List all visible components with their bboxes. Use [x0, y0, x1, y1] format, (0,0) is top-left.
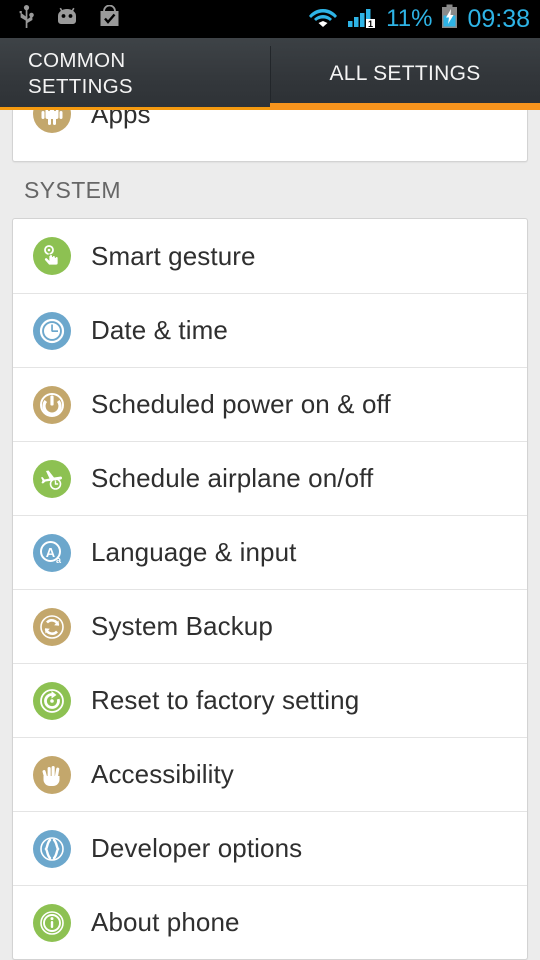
scrollbar[interactable]: [533, 110, 537, 960]
list-item-smart-gesture[interactable]: Smart gesture: [13, 219, 527, 293]
usb-icon: [18, 4, 35, 34]
list-item-label: Date & time: [91, 315, 228, 345]
tab-common-settings-label: COMMON SETTINGS: [28, 49, 133, 98]
list-item-label: Accessibility: [91, 759, 234, 789]
list-item-label: Developer options: [91, 833, 303, 863]
list-item-label: Scheduled power on & off: [91, 389, 391, 419]
list-item-date-time[interactable]: Date & time: [13, 293, 527, 367]
list-item-system-backup[interactable]: System Backup: [13, 589, 527, 663]
tab-underline-active: [270, 103, 540, 110]
list-item-reset-factory[interactable]: Reset to factory setting: [13, 663, 527, 737]
letter-a-icon: A a: [33, 533, 71, 572]
apps-card: Apps: [12, 110, 528, 162]
tab-bar: COMMON SETTINGS ALL SETTINGS: [0, 38, 540, 110]
settings-scroll-area[interactable]: Apps SYSTEM Smart gesture Date & time Sc…: [0, 110, 540, 960]
list-item-label: Schedule airplane on/off: [91, 463, 374, 493]
list-item-scheduled-power[interactable]: Scheduled power on & off: [13, 367, 527, 441]
clock-text: 09:38: [467, 4, 530, 33]
list-item-label: Language & input: [91, 537, 297, 567]
list-item-label: Reset to factory setting: [91, 685, 360, 715]
list-item-accessibility[interactable]: Accessibility: [13, 737, 527, 811]
svg-text:a: a: [56, 555, 62, 565]
battery-percent-text: 11%: [386, 5, 433, 32]
tab-all-settings-label: ALL SETTINGS: [329, 62, 481, 85]
hand-touch-icon: [33, 237, 71, 275]
sim-badge-text: 1: [368, 19, 373, 29]
status-bar: 1 11% 09:38: [0, 0, 540, 38]
wifi-icon: [308, 5, 338, 34]
list-item-label: Smart gesture: [91, 240, 256, 271]
tab-all-settings[interactable]: ALL SETTINGS: [270, 38, 540, 110]
curly-braces-icon: [33, 829, 71, 868]
refresh-sync-icon: [33, 607, 71, 646]
list-item-label: About phone: [91, 907, 240, 937]
section-header-system: SYSTEM: [24, 176, 121, 203]
tab-common-settings[interactable]: COMMON SETTINGS: [0, 38, 270, 110]
info-icon: [33, 903, 71, 942]
list-item-about-phone[interactable]: About phone: [13, 885, 527, 959]
list-item-language-input[interactable]: A a Language & input: [13, 515, 527, 589]
power-icon: [33, 385, 71, 424]
battery-charging-icon: [441, 4, 458, 34]
list-item-schedule-airplane[interactable]: Schedule airplane on/off: [13, 441, 527, 515]
clock-icon: [33, 311, 71, 350]
signal-bars-icon: 1: [347, 5, 377, 34]
status-bar-right-icons: 1 11% 09:38: [308, 4, 530, 34]
status-bar-left-icons: [18, 4, 120, 34]
system-card: Smart gesture Date & time Scheduled powe…: [12, 218, 528, 960]
svg-text:A: A: [46, 545, 56, 560]
android-robot-icon: [33, 110, 71, 133]
list-item-label: Apps: [91, 110, 151, 129]
android-debug-icon: [55, 7, 79, 32]
open-hand-icon: [33, 755, 71, 794]
list-item-developer-options[interactable]: Developer options: [13, 811, 527, 885]
list-item-apps[interactable]: Apps: [13, 110, 527, 140]
play-store-icon: [99, 4, 120, 33]
tab-divider: [270, 46, 271, 102]
reset-arrow-icon: [33, 681, 71, 720]
list-item-label: System Backup: [91, 611, 273, 641]
airplane-icon: [33, 459, 71, 498]
